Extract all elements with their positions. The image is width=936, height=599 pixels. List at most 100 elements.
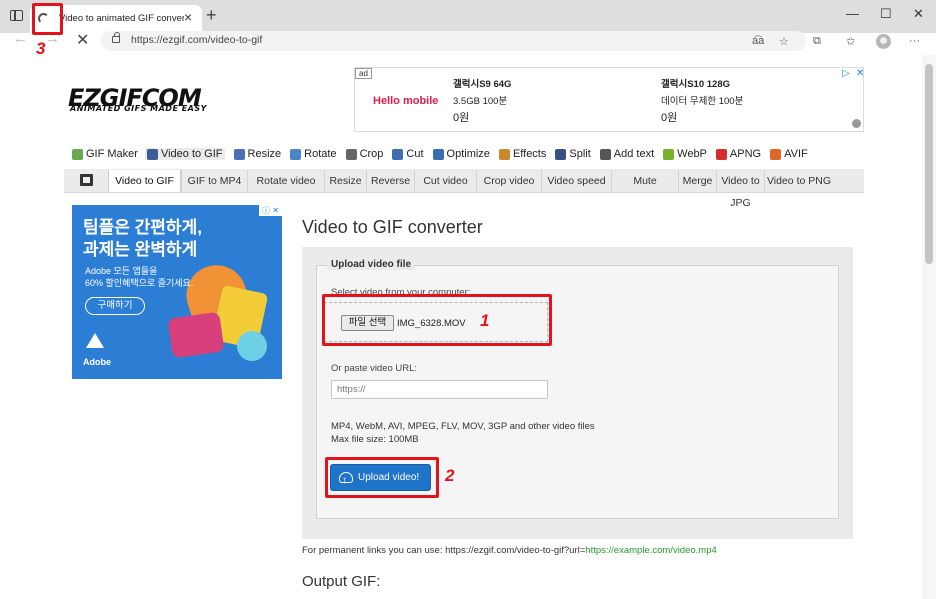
resize-icon [233, 148, 245, 160]
site-tagline: ANIMATED GIFS MADE EASY [70, 104, 207, 113]
avif-icon [770, 148, 782, 160]
sub-menu-item[interactable]: Resize [324, 170, 366, 192]
ad-headline: 팀플은 간편하게, 과제는 완벽하게 [83, 217, 202, 261]
sub-menu-item[interactable]: Cut video [414, 170, 476, 192]
upload-legend: Upload video file [327, 259, 416, 270]
ad-brand[interactable]: Hello mobile [373, 95, 438, 107]
video-icon [146, 148, 158, 160]
adobe-brand: Adobe [83, 357, 111, 367]
ad-product-detail: 3.5GB 100분 [453, 96, 508, 107]
ad-headline-line-2: 과제는 완벽하게 [83, 240, 198, 259]
webp-icon [663, 148, 675, 160]
adchoices-icon[interactable]: ▷ [842, 68, 850, 79]
ad-close-icon[interactable]: ✕ [856, 68, 864, 79]
sub-menu-item[interactable]: Crop video [476, 170, 541, 192]
video-url-input[interactable] [331, 380, 548, 399]
supported-formats: MP4, WebM, AVI, MPEG, FLV, MOV, 3GP and … [331, 420, 595, 446]
scrollbar-thumb[interactable] [925, 64, 933, 264]
permanent-link-note: For permanent links you can use: https:/… [302, 545, 717, 556]
extensions-icon[interactable]: ⧉ [813, 35, 821, 48]
sub-menu-item[interactable]: Reverse [366, 170, 414, 192]
sub-menu: Video to GIF GIF to MP4 Rotate video Resize… [64, 169, 864, 209]
main-menu-label: AVIF [784, 148, 808, 160]
sub-menu-item[interactable]: Video speed [541, 170, 611, 192]
sub-menu-item[interactable]: Mute [611, 170, 678, 192]
favorites-icon[interactable]: ✩ [846, 35, 855, 48]
main-menu-item[interactable]: Cut [392, 148, 424, 160]
ad-body: Adobe 모든 앱들을 60% 할인혜택으로 즐기세요. [85, 265, 193, 289]
sub-menu-item[interactable]: Merge [678, 170, 716, 192]
main-menu-item[interactable]: Crop [345, 148, 384, 160]
ad-illustration [237, 331, 267, 361]
back-icon[interactable]: ← [13, 30, 28, 47]
close-tab-icon[interactable]: × [184, 9, 192, 25]
ad-product-price: 0원 [453, 112, 470, 124]
adobe-logo-icon [86, 333, 104, 348]
main-menu-item[interactable]: WebP [663, 148, 707, 160]
permanent-link-example[interactable]: https://example.com/video.mp4 [585, 545, 716, 556]
main-menu-label: GIF Maker [86, 148, 138, 160]
formats-line: MP4, WebM, AVI, MPEG, FLV, MOV, 3GP and … [331, 421, 595, 432]
stop-loading-icon[interactable]: ✕ [76, 30, 89, 50]
optimize-icon [432, 148, 444, 160]
main-menu-item[interactable]: Resize [233, 148, 281, 160]
main-menu-label: Add text [613, 148, 655, 160]
ad-product-detail: 데이터 무제한 100분 [661, 96, 744, 107]
minimize-button[interactable]: — [846, 6, 859, 21]
effects-icon [498, 148, 510, 160]
page-title: Video to GIF converter [302, 217, 483, 237]
ad-buy-button[interactable]: 구매하기 [85, 297, 145, 315]
main-menu-item[interactable]: Rotate [290, 148, 337, 160]
main-menu-label: Effects [512, 148, 547, 160]
main-menu-item[interactable]: Add text [599, 148, 655, 160]
ad-info-icon[interactable] [852, 119, 861, 128]
main-menu-item[interactable]: Video to GIF [144, 148, 225, 160]
url-text[interactable]: https://ezgif.com/video-to-gif [131, 34, 262, 46]
sub-menu-item[interactable]: Video to JPG [716, 170, 764, 209]
close-window-button[interactable]: ✕ [913, 6, 924, 22]
favorite-add-icon[interactable]: ☆ [779, 35, 789, 48]
sub-menu-item[interactable]: Video to GIF [108, 170, 181, 192]
side-banner-ad[interactable]: 팀플은 간편하게, 과제는 완벽하게 Adobe 모든 앱들을 60% 할인혜택… [72, 205, 282, 379]
sub-menu-item[interactable]: GIF to MP4 [181, 170, 247, 192]
main-menu-label: APNG [729, 148, 762, 160]
rotate-icon [290, 148, 302, 160]
main-menu-item[interactable]: APNG [715, 148, 762, 160]
tab-actions-icon[interactable] [10, 10, 23, 21]
film-icon [80, 174, 93, 186]
main-menu-item[interactable]: Effects [498, 148, 547, 160]
apng-icon [715, 148, 727, 160]
output-gif-title: Output GIF: [302, 573, 381, 590]
add-text-icon [599, 148, 611, 160]
ad-product-name: 갤럭시S10 128G [661, 79, 731, 90]
ad-product-1[interactable]: 갤럭시S9 64G 3.5GB 100분 0원 [453, 76, 511, 127]
sub-menu-item[interactable]: Rotate video [247, 170, 324, 192]
more-menu-icon[interactable]: ··· [909, 35, 920, 47]
video-url-label: Or paste video URL: [331, 363, 418, 374]
main-menu-item[interactable]: Split [555, 148, 591, 160]
annotation-box-1 [322, 294, 552, 346]
new-tab-icon[interactable]: + [206, 5, 217, 26]
main-menu-item[interactable]: AVIF [770, 148, 808, 160]
annotation-box-2 [325, 457, 439, 498]
ad-body-line-1: Adobe 모든 앱들을 [85, 266, 158, 276]
ad-label: ad [355, 68, 372, 79]
adchoices-icon[interactable]: ⓘ ✕ [259, 205, 282, 216]
ad-illustration [167, 311, 225, 359]
read-aloud-icon[interactable]: a͡a [752, 35, 764, 47]
top-banner-ad[interactable]: ad Hello mobile 갤럭시S9 64G 3.5GB 100분 0원 … [354, 67, 864, 132]
annotation-number-2: 2 [445, 466, 455, 485]
ad-product-name: 갤럭시S9 64G [453, 79, 512, 90]
main-menu-item[interactable]: Optimize [432, 148, 490, 160]
lock-icon[interactable] [112, 32, 120, 43]
address-bar[interactable]: https://ezgif.com/video-to-gif [101, 31, 806, 51]
profile-avatar[interactable] [876, 34, 891, 49]
annotation-number-1: 1 [480, 311, 490, 330]
ad-product-2[interactable]: 갤럭시S10 128G 데이터 무제한 100분 0원 [661, 76, 743, 127]
main-menu-label: Crop [359, 148, 384, 160]
main-menu-item[interactable]: GIF Maker [72, 148, 138, 160]
maximize-button[interactable]: ☐ [880, 6, 892, 22]
main-menu-label: Video to GIF [160, 148, 223, 160]
annotation-number-3: 3 [36, 39, 46, 58]
sub-menu-item[interactable]: Video to PNG [764, 170, 833, 192]
